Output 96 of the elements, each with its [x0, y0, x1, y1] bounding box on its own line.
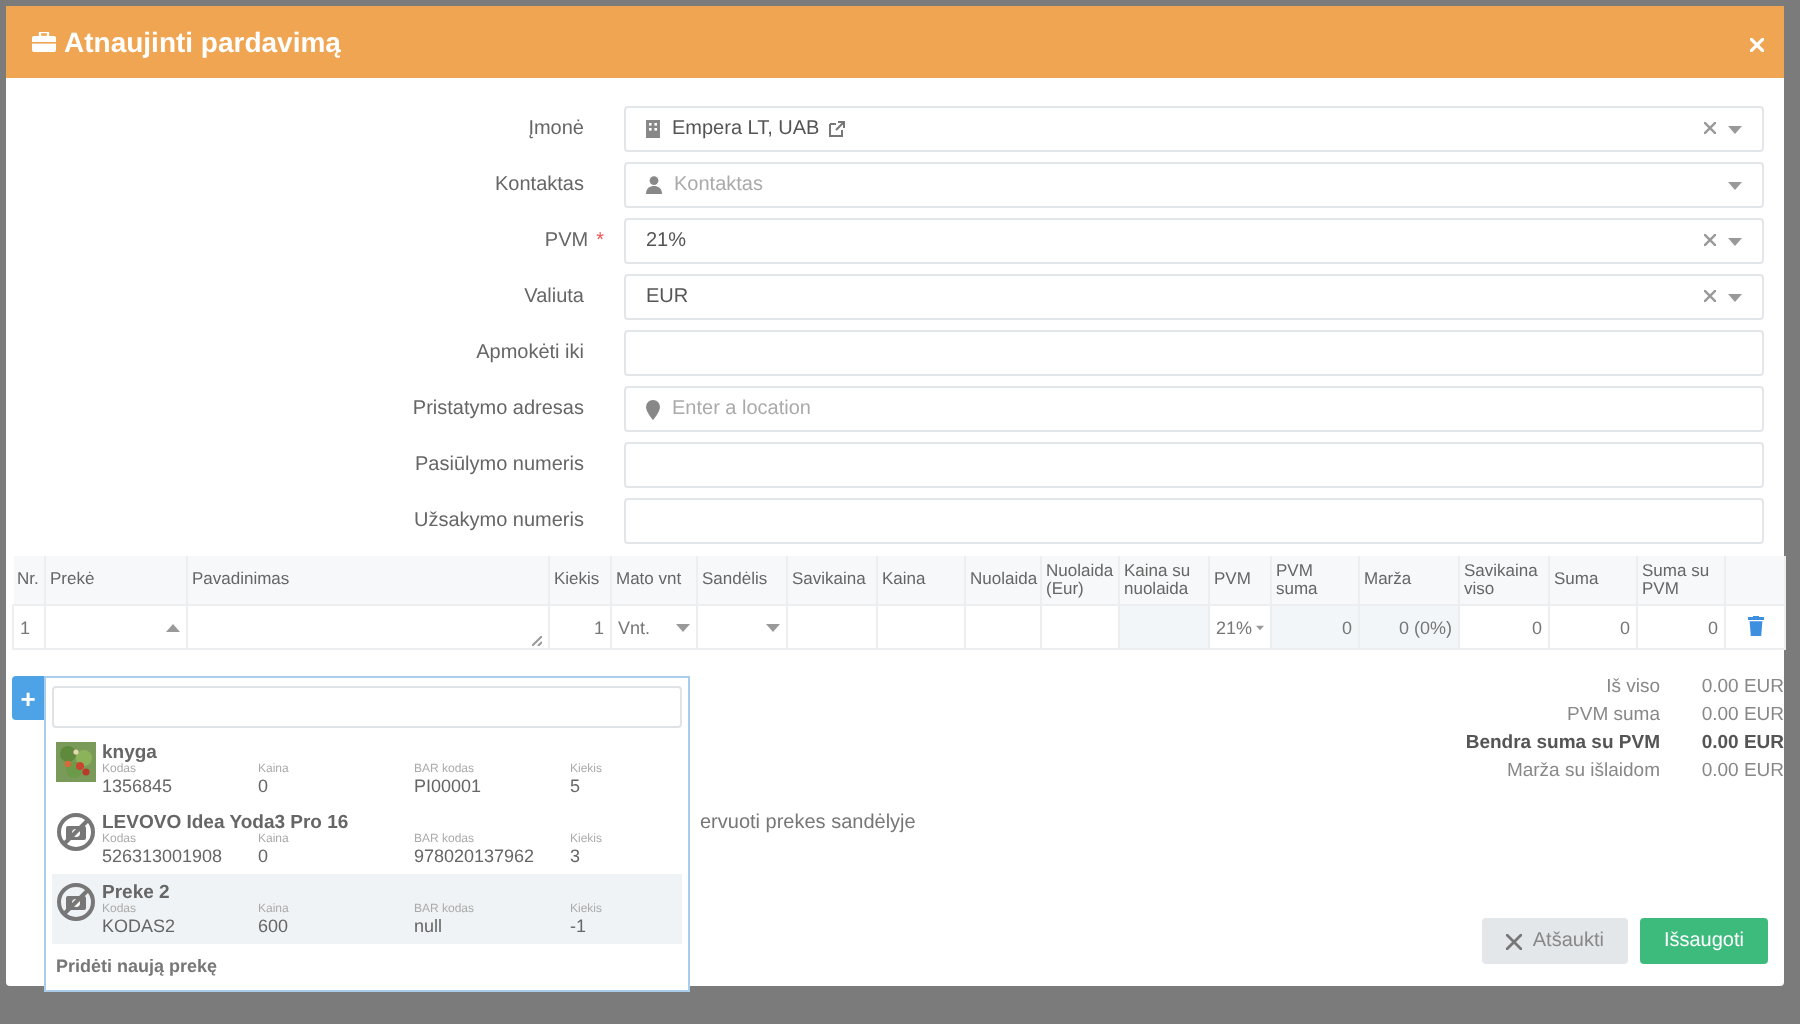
field-value: 978020137962	[414, 846, 537, 866]
input-field[interactable]	[624, 442, 1764, 488]
caret-icon	[676, 623, 690, 631]
field-value: 526313001908	[102, 846, 225, 866]
total-label: Marža su išlaidom	[1504, 760, 1660, 782]
caret-icon	[1256, 623, 1264, 631]
clear-icon[interactable]	[1704, 122, 1716, 134]
select-field[interactable]: Vnt.	[611, 605, 697, 649]
field-label: Apmokėti iki	[476, 342, 584, 364]
search-field[interactable]	[52, 686, 682, 728]
field-label: Pristatymo adresas	[412, 398, 584, 420]
add-product-link[interactable]: Pridėti naują prekę	[52, 944, 682, 990]
column-header: PVM	[1214, 568, 1251, 589]
field-value: PI00001	[414, 776, 484, 796]
save-button[interactable]: Išsaugoti	[1639, 918, 1768, 964]
reserve-label: ervuoti prekes sandėlyje	[700, 812, 916, 834]
column-header: PVM suma	[1276, 559, 1318, 598]
field-value: 0	[258, 846, 271, 866]
clear-icon[interactable]	[1704, 290, 1716, 302]
field-label: Kontaktas	[495, 174, 584, 196]
select-field[interactable]: Kontaktas	[624, 162, 1764, 208]
input-field[interactable]	[624, 498, 1764, 544]
column-header: Marža	[1364, 568, 1412, 589]
field-value: 0	[258, 776, 271, 796]
product-name: LEVOVO Idea Yoda3 Pro 16	[102, 812, 351, 834]
external-link-icon[interactable]	[827, 120, 846, 138]
field-value: 1356845	[102, 776, 175, 796]
select-field[interactable]: Empera LT, UAB	[624, 106, 1764, 152]
column-header: Suma su PVM	[1642, 559, 1710, 598]
column-header: Nuolaida	[970, 568, 1038, 589]
field-label: Valiuta	[524, 286, 584, 308]
column-header: Savikaina	[792, 568, 866, 589]
number-input[interactable]: 1	[549, 605, 611, 649]
field-label: Pasiūlymo numeris	[415, 454, 584, 476]
close-icon	[1506, 933, 1523, 949]
add-row-button[interactable]: +	[12, 676, 44, 720]
column-header: Suma	[1554, 568, 1599, 589]
column-header: Kaina su nuolaida	[1124, 559, 1191, 598]
table-cell: 0	[1271, 605, 1359, 649]
total-label: Bendra suma su PVM	[1465, 732, 1660, 754]
caret-icon	[166, 623, 180, 631]
dialog-title: Atnaujinti pardavimą	[64, 26, 341, 58]
cancel-button[interactable]: Atšaukti	[1482, 918, 1628, 964]
column-header: Pavadinimas	[192, 568, 290, 589]
number-input[interactable]: 0	[1637, 605, 1725, 649]
column-header: Nr.	[17, 568, 39, 589]
column-header: Kiekis	[554, 568, 600, 589]
product-name: knyga	[102, 742, 159, 764]
caret-icon	[1728, 237, 1742, 245]
number-input[interactable]: 0	[1459, 605, 1549, 649]
column-header: Sandėlis	[702, 568, 768, 589]
field-value: KODAS2	[102, 916, 178, 936]
total-value: 0.00 EUR	[1699, 676, 1784, 698]
total-value: 0.00 EUR	[1699, 704, 1784, 726]
field-value: null	[414, 916, 445, 936]
number-input[interactable]: 0	[1549, 605, 1637, 649]
row-number: 1	[20, 617, 31, 637]
column-header: Prekė	[50, 568, 95, 589]
product-name: Preke 2	[102, 882, 172, 904]
field-value: 3	[570, 846, 583, 866]
total-label: PVM suma	[1565, 704, 1660, 726]
column-header: Savikaina viso	[1464, 559, 1538, 598]
total-value: 0.00 EUR	[1699, 760, 1784, 782]
no-image-icon	[56, 882, 96, 922]
resize-grip-icon	[532, 635, 542, 645]
input-field[interactable]: Enter a location	[624, 386, 1764, 432]
caret-icon	[766, 623, 780, 631]
column-header: Mato vnt	[616, 568, 682, 589]
select-field[interactable]: EUR	[624, 274, 1764, 320]
column-header: Nuolaida (Eur)	[1046, 559, 1114, 598]
required-mark: *	[596, 230, 604, 252]
field-value: 600	[258, 916, 291, 936]
caret-icon	[1728, 181, 1742, 189]
clear-icon[interactable]	[1704, 234, 1716, 246]
product-select[interactable]	[45, 605, 187, 649]
trash-icon[interactable]	[1747, 615, 1763, 635]
field-label: Užsakymo numeris	[413, 510, 584, 532]
table-cell: 0 (0%)	[1359, 605, 1459, 649]
field-label: Įmonė	[528, 118, 584, 140]
select-field[interactable]	[697, 605, 787, 649]
field-value: -1	[570, 916, 589, 936]
column-header: Kaina	[882, 568, 926, 589]
building-icon	[646, 120, 660, 138]
caret-icon	[1728, 125, 1742, 133]
user-icon	[646, 176, 662, 194]
map-pin-icon	[646, 399, 660, 419]
name-textarea[interactable]	[187, 605, 549, 649]
field-label: PVM	[544, 230, 589, 252]
input-field[interactable]	[624, 330, 1764, 376]
caret-icon	[1728, 293, 1742, 301]
total-label: Iš viso	[1604, 676, 1660, 698]
field-value: 5	[570, 776, 583, 796]
briefcase-icon	[32, 32, 56, 52]
total-value: 0.00 EUR	[1699, 732, 1784, 754]
no-image-icon	[56, 812, 96, 852]
select-field[interactable]: 21%	[624, 218, 1764, 264]
